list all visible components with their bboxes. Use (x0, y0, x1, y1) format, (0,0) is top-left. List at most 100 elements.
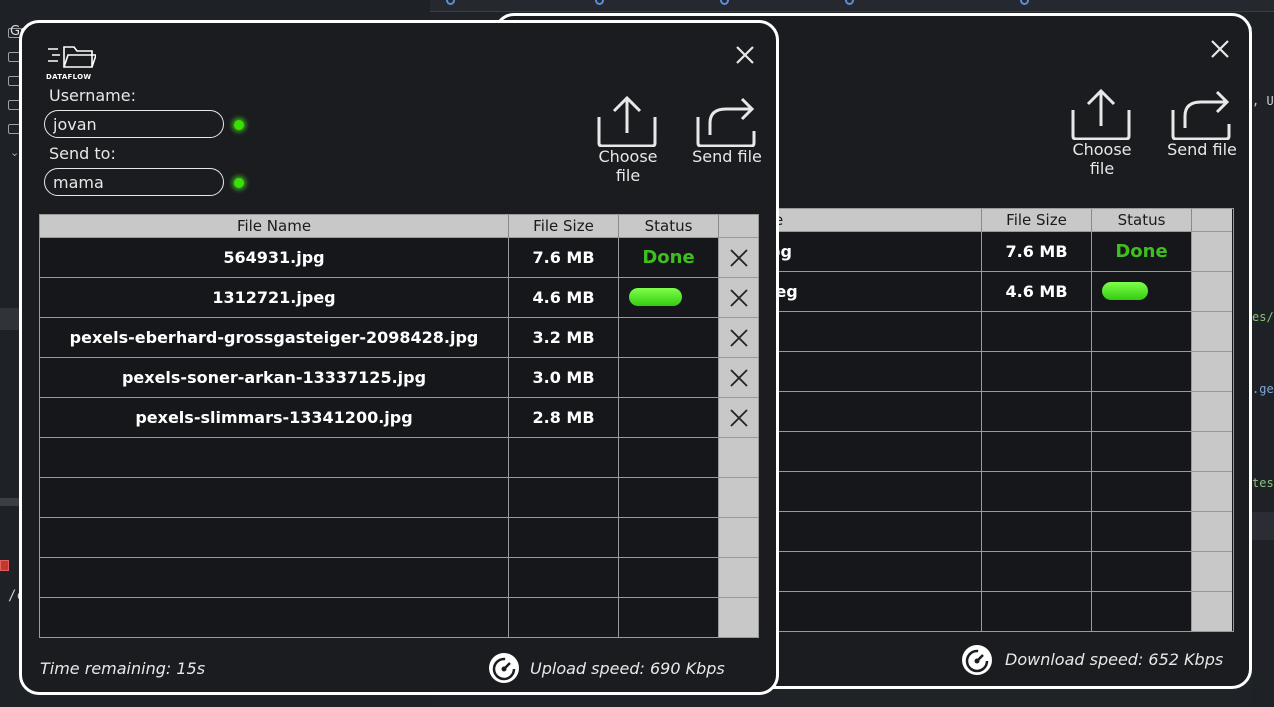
speedometer-icon (961, 644, 993, 676)
tab-icon[interactable] (720, 0, 729, 5)
logo-text: DATAFLOW (46, 73, 92, 81)
remove-file-button[interactable] (719, 278, 758, 317)
status-cell (619, 598, 719, 637)
file-size (982, 432, 1092, 471)
row-action-cell (1192, 592, 1232, 631)
table-row[interactable] (40, 557, 758, 597)
tab-icon[interactable] (845, 0, 854, 5)
upload-icon (597, 95, 657, 147)
remove-file-button[interactable] (719, 398, 758, 437)
file-size (509, 518, 619, 557)
table-row[interactable]: 1312721.jpeg 4.6 MB (40, 277, 758, 317)
upload-window: DATAFLOW Username: Send to: Choose file … (19, 20, 779, 695)
file-size (509, 558, 619, 597)
status-cell (1092, 312, 1192, 351)
status-progress (1092, 272, 1192, 311)
sendto-status-led (234, 178, 244, 188)
table-row[interactable]: pexels-slimmars-13341200.jpg 2.8 MB (40, 397, 758, 437)
ide-tab-bar (430, 0, 1274, 12)
file-size: 4.6 MB (982, 272, 1092, 311)
choose-file-button[interactable]: Choose file (1067, 88, 1137, 178)
remove-file-button[interactable] (719, 238, 758, 277)
status-cell (1092, 592, 1192, 631)
file-size: 7.6 MB (982, 232, 1092, 271)
file-name (40, 478, 509, 517)
send-file-button[interactable]: Send file (692, 95, 762, 166)
upload-speed: Upload speed: 690 Kbps (530, 659, 725, 678)
remove-file-button[interactable] (719, 318, 758, 357)
table-row[interactable]: 564931.jpg 7.6 MB Done (40, 237, 758, 277)
status-cell (1092, 432, 1192, 471)
table-row[interactable] (40, 477, 758, 517)
column-header (719, 215, 758, 237)
tab-icon[interactable] (595, 0, 604, 5)
tab-icon[interactable] (1020, 0, 1029, 5)
dataflow-logo: DATAFLOW (46, 45, 98, 81)
close-icon (729, 329, 749, 352)
status-cell (1092, 472, 1192, 511)
file-size (982, 392, 1092, 431)
tab-icon[interactable] (446, 0, 455, 5)
file-name (40, 598, 509, 637)
status-cell (1092, 552, 1192, 591)
file-size: 2.8 MB (509, 398, 619, 437)
code-fragment: .ge (1252, 382, 1274, 396)
row-action-cell (1192, 512, 1232, 551)
file-size (982, 552, 1092, 591)
column-header: File Name (40, 215, 509, 237)
row-action-cell (1192, 552, 1232, 591)
logo-folder-icon (48, 46, 98, 68)
close-icon (729, 369, 749, 392)
table-row[interactable] (40, 517, 758, 557)
close-button[interactable] (734, 44, 756, 66)
sendto-input[interactable] (44, 168, 224, 196)
editor-panel-band (1252, 512, 1274, 540)
file-name (40, 438, 509, 477)
status-cell (619, 438, 719, 477)
speedometer-icon (488, 652, 520, 684)
username-label: Username: (49, 86, 136, 105)
row-action-cell (1192, 432, 1232, 471)
row-action-cell (1192, 232, 1232, 271)
file-size (509, 438, 619, 477)
download-speed: Download speed: 652 Kbps (1005, 650, 1224, 669)
status-cell (619, 318, 719, 357)
share-icon (1171, 90, 1231, 140)
stop-icon[interactable] (0, 560, 9, 571)
close-icon (729, 289, 749, 312)
row-action-cell (719, 518, 758, 557)
code-fragment: , U (1252, 94, 1274, 108)
chevron-down-icon[interactable]: ⌄ (10, 146, 19, 159)
row-action-cell (719, 598, 758, 637)
column-header: Status (1092, 209, 1192, 231)
status-cell (619, 398, 719, 437)
file-size (509, 478, 619, 517)
file-size (982, 592, 1092, 631)
file-size (982, 512, 1092, 551)
row-action-cell (719, 478, 758, 517)
file-size: 3.2 MB (509, 318, 619, 357)
close-button[interactable] (1209, 38, 1231, 60)
table-row[interactable] (40, 597, 758, 637)
choose-file-button[interactable]: Choose file (593, 95, 663, 185)
status-done: Done (1092, 232, 1192, 271)
row-action-cell (1192, 312, 1232, 351)
table-row[interactable]: pexels-eberhard-grossgasteiger-2098428.j… (40, 317, 758, 357)
choose-file-label: Choose file (598, 147, 658, 185)
column-header: Status (619, 215, 719, 237)
send-file-button[interactable]: Send file (1167, 88, 1237, 159)
row-action-cell (1192, 272, 1232, 311)
remove-file-button[interactable] (719, 358, 758, 397)
row-action-cell (1192, 392, 1232, 431)
column-header: File Size (982, 209, 1092, 231)
table-row[interactable]: pexels-soner-arkan-13337125.jpg 3.0 MB (40, 357, 758, 397)
status-done: Done (619, 238, 719, 277)
send-file-label: Send file (1167, 140, 1237, 159)
close-icon (729, 249, 749, 272)
file-name: pexels-eberhard-grossgasteiger-2098428.j… (40, 318, 509, 357)
file-size: 7.6 MB (509, 238, 619, 277)
upload-file-table: File Name File Size Status 564931.jpg 7.6… (39, 214, 759, 638)
username-input[interactable] (44, 110, 224, 138)
close-icon (1211, 40, 1229, 58)
table-row[interactable] (40, 437, 758, 477)
